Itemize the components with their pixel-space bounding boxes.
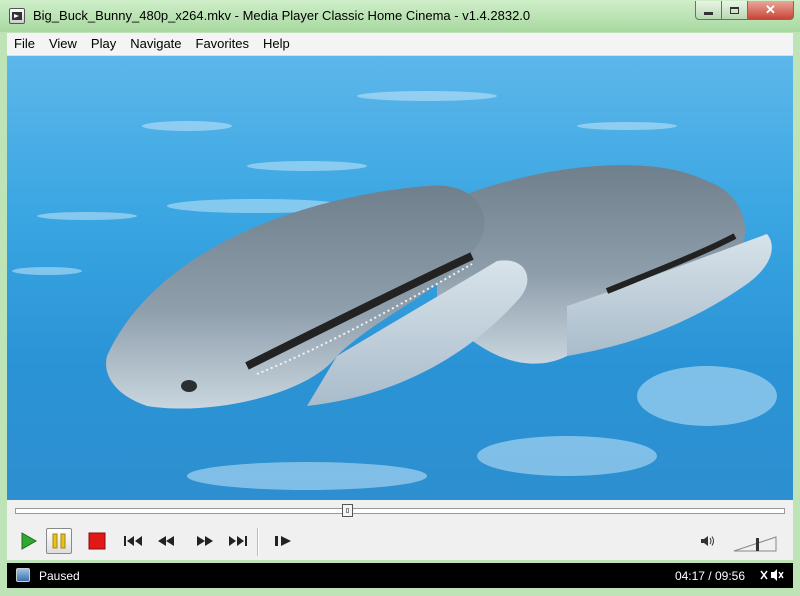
seek-bar[interactable] — [15, 504, 785, 517]
audio-channels-icon[interactable] — [759, 568, 785, 582]
status-icon — [16, 568, 30, 582]
skip-back-icon — [124, 536, 142, 546]
previous-button[interactable] — [121, 528, 147, 554]
menu-play[interactable]: Play — [84, 33, 123, 55]
maximize-button[interactable] — [722, 1, 748, 20]
pause-icon — [52, 533, 66, 549]
app-window: Big_Buck_Bunny_480p_x264.mkv - Media Pla… — [0, 0, 800, 596]
skip-forward-icon — [229, 536, 247, 546]
seek-thumb[interactable] — [342, 504, 353, 517]
title-bar[interactable]: Big_Buck_Bunny_480p_x264.mkv - Media Pla… — [0, 0, 800, 32]
rewind-button[interactable] — [153, 528, 179, 554]
app-icon[interactable] — [9, 8, 25, 24]
control-bar — [7, 500, 793, 560]
stop-button[interactable] — [84, 528, 110, 554]
stop-icon — [88, 532, 106, 550]
volume-thumb[interactable] — [756, 538, 759, 551]
video-area[interactable] — [7, 56, 793, 500]
video-frame — [12, 91, 777, 490]
dolphin-back — [437, 165, 772, 364]
window-controls: ✕ — [695, 1, 794, 21]
close-icon: ✕ — [765, 2, 776, 17]
time-display: 04:17 / 09:56 — [674, 569, 745, 583]
menu-help[interactable]: Help — [256, 33, 297, 55]
frame-step-icon — [275, 536, 291, 546]
status-bar: Paused 04:17 / 09:56 — [7, 563, 793, 588]
play-button[interactable] — [15, 528, 41, 554]
fast-forward-icon — [197, 536, 213, 546]
close-button[interactable]: ✕ — [748, 1, 794, 20]
mute-button[interactable] — [696, 528, 722, 554]
menu-bar: File View Play Navigate Favorites Help — [7, 33, 793, 56]
minimize-icon — [704, 11, 713, 15]
menu-navigate[interactable]: Navigate — [123, 33, 188, 55]
play-icon — [21, 532, 38, 550]
fast-forward-button[interactable] — [192, 528, 218, 554]
toolbar-separator — [257, 528, 259, 556]
dolphin-front — [106, 185, 528, 409]
speaker-icon — [701, 536, 714, 546]
frame-step-button[interactable] — [271, 528, 297, 554]
next-button[interactable] — [224, 528, 250, 554]
pause-button[interactable] — [46, 528, 72, 554]
menu-view[interactable]: View — [42, 33, 84, 55]
volume-slider[interactable] — [733, 536, 777, 552]
rewind-icon — [158, 536, 174, 546]
window-title: Big_Buck_Bunny_480p_x264.mkv - Media Pla… — [33, 8, 531, 23]
menu-file[interactable]: File — [7, 33, 42, 55]
maximize-icon — [730, 6, 739, 14]
playback-status: Paused — [39, 569, 80, 583]
minimize-button[interactable] — [695, 1, 722, 20]
menu-favorites[interactable]: Favorites — [189, 33, 256, 55]
